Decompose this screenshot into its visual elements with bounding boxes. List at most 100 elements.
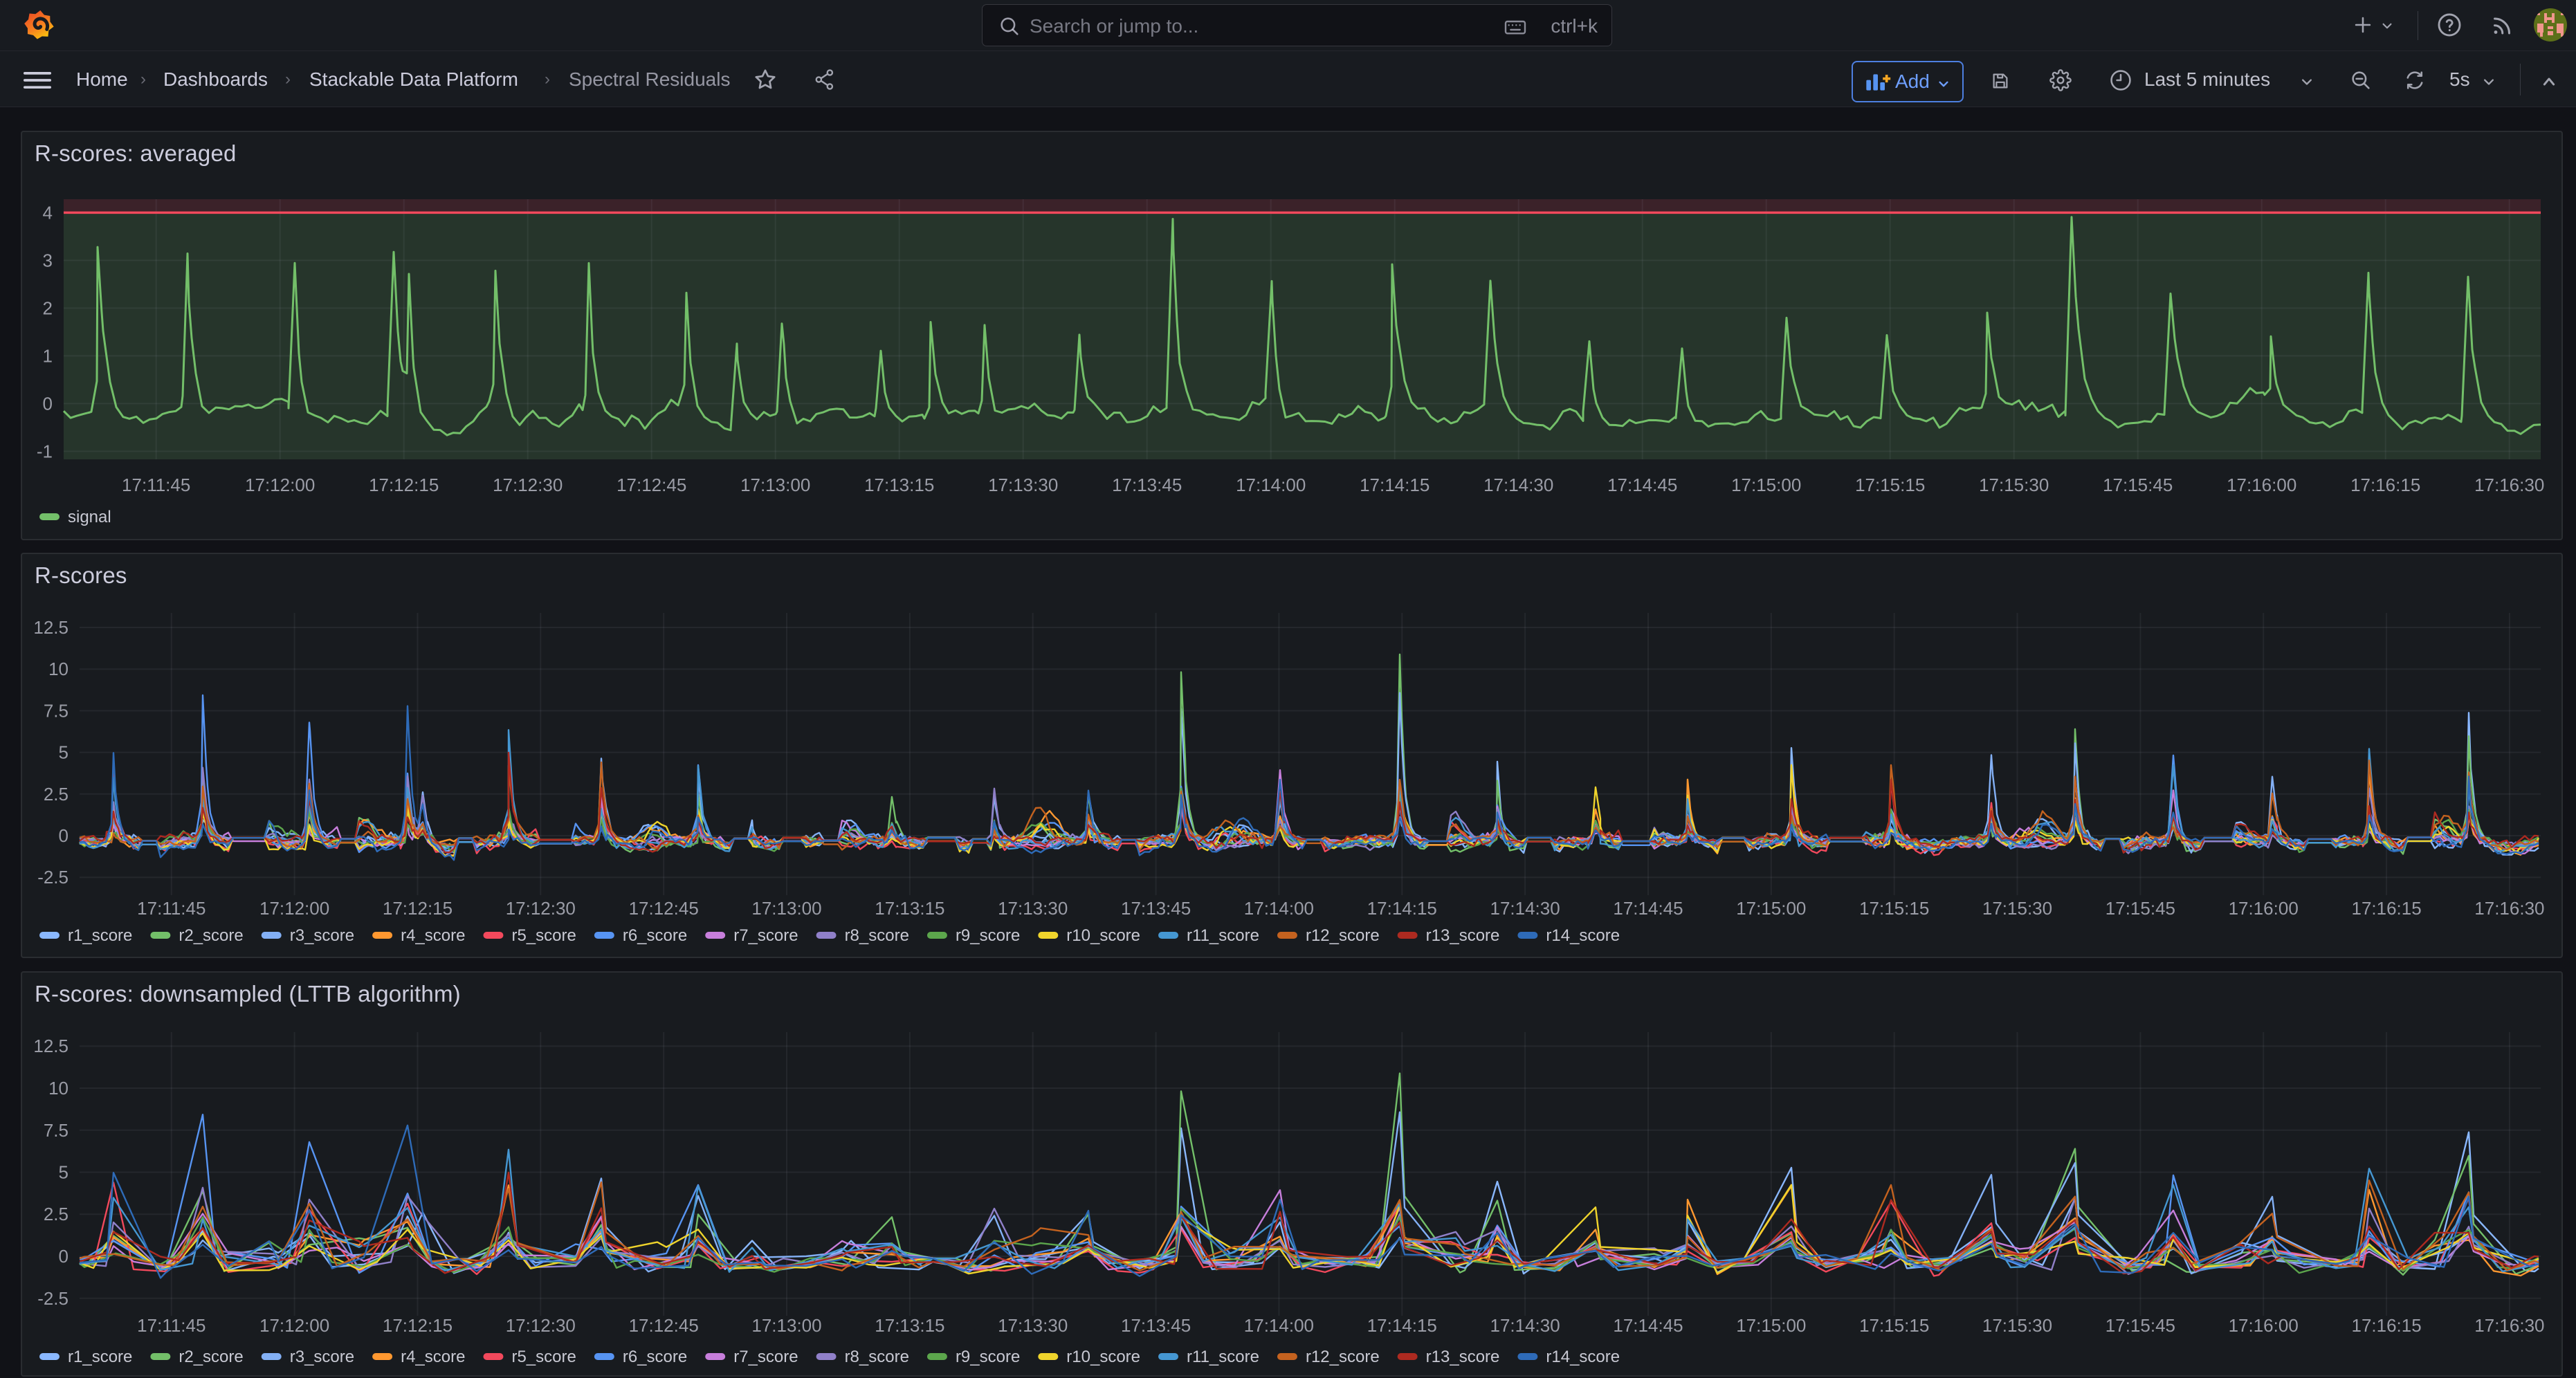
- svg-text:17:12:15: 17:12:15: [383, 898, 453, 919]
- svg-text:17:12:45: 17:12:45: [629, 1315, 699, 1336]
- svg-text:2: 2: [43, 297, 53, 318]
- svg-text:12.5: 12.5: [33, 1036, 68, 1056]
- svg-text:r14_score: r14_score: [1546, 926, 1620, 945]
- svg-text:r12_score: r12_score: [1306, 1348, 1380, 1366]
- svg-text:r9_score: r9_score: [956, 1348, 1020, 1366]
- svg-text:r8_score: r8_score: [845, 926, 909, 945]
- svg-text:17:12:15: 17:12:15: [369, 475, 439, 495]
- svg-text:17:12:45: 17:12:45: [616, 475, 686, 495]
- svg-text:17:15:00: 17:15:00: [1736, 1315, 1806, 1336]
- svg-text:17:16:00: 17:16:00: [2229, 1315, 2299, 1336]
- svg-text:17:16:15: 17:16:15: [2351, 898, 2421, 919]
- svg-text:3: 3: [43, 250, 53, 270]
- svg-text:17:13:45: 17:13:45: [1121, 1315, 1191, 1336]
- svg-text:2.5: 2.5: [44, 1204, 68, 1224]
- svg-text:17:15:45: 17:15:45: [2105, 898, 2175, 919]
- svg-text:17:13:00: 17:13:00: [751, 898, 821, 919]
- svg-text:r6_score: r6_score: [623, 926, 687, 945]
- svg-text:r6_score: r6_score: [623, 1348, 687, 1366]
- svg-text:17:16:30: 17:16:30: [2474, 1315, 2544, 1336]
- svg-text:-2.5: -2.5: [37, 1288, 68, 1309]
- svg-text:r1_score: r1_score: [68, 1348, 132, 1366]
- svg-text:17:15:45: 17:15:45: [2103, 475, 2173, 495]
- svg-text:r14_score: r14_score: [1546, 1348, 1620, 1366]
- svg-text:17:13:45: 17:13:45: [1121, 898, 1191, 919]
- svg-text:10: 10: [48, 659, 68, 679]
- svg-text:0: 0: [59, 825, 68, 846]
- svg-text:17:13:00: 17:13:00: [740, 475, 810, 495]
- svg-text:17:16:30: 17:16:30: [2474, 475, 2544, 495]
- svg-text:17:12:00: 17:12:00: [245, 475, 315, 495]
- svg-text:r7_score: r7_score: [733, 926, 798, 945]
- svg-text:r9_score: r9_score: [956, 926, 1020, 945]
- svg-text:17:15:45: 17:15:45: [2105, 1315, 2175, 1336]
- svg-text:17:15:30: 17:15:30: [1982, 1315, 2052, 1336]
- svg-text:r4_score: r4_score: [401, 926, 465, 945]
- svg-text:1: 1: [43, 345, 53, 366]
- svg-text:17:12:30: 17:12:30: [506, 898, 576, 919]
- svg-text:17:13:30: 17:13:30: [998, 898, 1068, 919]
- svg-text:-2.5: -2.5: [37, 867, 68, 888]
- svg-text:17:15:00: 17:15:00: [1731, 475, 1801, 495]
- svg-text:r4_score: r4_score: [401, 1348, 465, 1366]
- svg-text:r10_score: r10_score: [1066, 1348, 1140, 1366]
- svg-text:17:14:30: 17:14:30: [1490, 898, 1560, 919]
- svg-text:17:14:30: 17:14:30: [1490, 1315, 1560, 1336]
- svg-text:17:12:30: 17:12:30: [506, 1315, 576, 1336]
- svg-text:r11_score: r11_score: [1187, 1348, 1259, 1366]
- svg-text:17:12:00: 17:12:00: [259, 898, 329, 919]
- svg-text:17:15:30: 17:15:30: [1982, 898, 2052, 919]
- svg-text:17:14:45: 17:14:45: [1613, 898, 1683, 919]
- svg-text:17:16:30: 17:16:30: [2474, 898, 2544, 919]
- svg-text:r5_score: r5_score: [511, 1348, 576, 1366]
- svg-text:17:11:45: 17:11:45: [137, 1315, 205, 1336]
- svg-text:0: 0: [59, 1246, 68, 1267]
- svg-text:7.5: 7.5: [44, 700, 68, 721]
- svg-text:r8_score: r8_score: [845, 1348, 909, 1366]
- svg-text:r1_score: r1_score: [68, 926, 132, 945]
- svg-text:17:12:15: 17:12:15: [383, 1315, 453, 1336]
- svg-text:17:15:15: 17:15:15: [1859, 898, 1929, 919]
- svg-text:12.5: 12.5: [33, 617, 68, 638]
- svg-text:r13_score: r13_score: [1426, 926, 1500, 945]
- svg-text:r2_score: r2_score: [179, 926, 243, 945]
- svg-text:r3_score: r3_score: [290, 1348, 354, 1366]
- svg-text:2.5: 2.5: [44, 784, 68, 805]
- svg-text:17:13:15: 17:13:15: [875, 1315, 944, 1336]
- svg-text:17:16:00: 17:16:00: [2229, 898, 2299, 919]
- svg-text:17:11:45: 17:11:45: [137, 898, 205, 919]
- svg-text:17:13:45: 17:13:45: [1112, 475, 1182, 495]
- svg-text:17:13:30: 17:13:30: [988, 475, 1058, 495]
- svg-text:r10_score: r10_score: [1066, 926, 1140, 945]
- svg-text:17:14:15: 17:14:15: [1367, 1315, 1437, 1336]
- svg-text:r7_score: r7_score: [733, 1348, 798, 1366]
- svg-text:r3_score: r3_score: [290, 926, 354, 945]
- svg-text:r12_score: r12_score: [1306, 926, 1380, 945]
- svg-text:17:14:45: 17:14:45: [1607, 475, 1677, 495]
- svg-text:17:14:15: 17:14:15: [1360, 475, 1429, 495]
- svg-text:17:14:30: 17:14:30: [1483, 475, 1553, 495]
- svg-text:4: 4: [43, 202, 53, 223]
- svg-text:17:15:00: 17:15:00: [1736, 898, 1806, 919]
- svg-text:-1: -1: [37, 441, 53, 461]
- svg-text:17:12:45: 17:12:45: [629, 898, 699, 919]
- svg-text:17:16:15: 17:16:15: [2350, 475, 2420, 495]
- svg-text:r2_score: r2_score: [179, 1348, 243, 1366]
- svg-text:r13_score: r13_score: [1426, 1348, 1500, 1366]
- svg-text:0: 0: [43, 393, 53, 414]
- svg-text:5: 5: [59, 742, 68, 763]
- svg-text:17:12:30: 17:12:30: [493, 475, 563, 495]
- svg-text:10: 10: [48, 1078, 68, 1099]
- svg-text:17:13:15: 17:13:15: [864, 475, 934, 495]
- svg-text:17:16:15: 17:16:15: [2351, 1315, 2421, 1336]
- svg-text:17:16:00: 17:16:00: [2227, 475, 2296, 495]
- svg-text:17:15:15: 17:15:15: [1859, 1315, 1929, 1336]
- svg-text:17:12:00: 17:12:00: [259, 1315, 329, 1336]
- svg-text:r11_score: r11_score: [1187, 926, 1259, 945]
- svg-text:5: 5: [59, 1162, 68, 1183]
- svg-text:17:14:45: 17:14:45: [1613, 1315, 1683, 1336]
- svg-text:signal: signal: [68, 508, 111, 526]
- svg-text:17:13:00: 17:13:00: [751, 1315, 821, 1336]
- svg-text:17:14:00: 17:14:00: [1244, 1315, 1314, 1336]
- svg-text:17:14:00: 17:14:00: [1244, 898, 1314, 919]
